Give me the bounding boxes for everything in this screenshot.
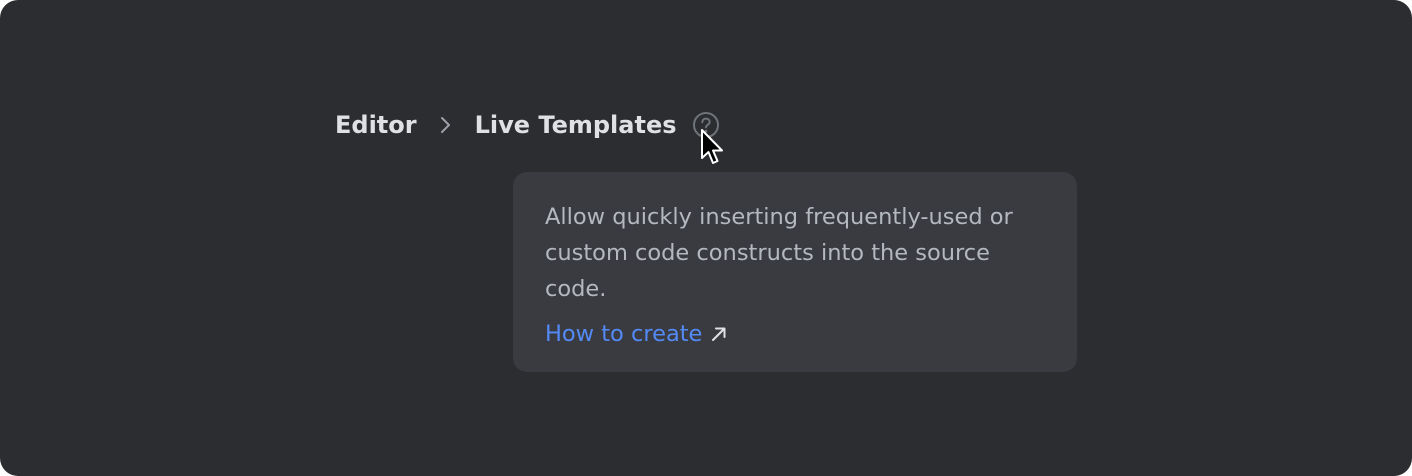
tooltip-description: Allow quickly inserting frequently-used … (545, 204, 1013, 302)
chevron-right-icon (417, 115, 475, 135)
help-tooltip: Allow quickly inserting frequently-used … (513, 172, 1077, 372)
external-arrow-icon (710, 325, 728, 343)
how-to-create-link-label: How to create (545, 321, 703, 347)
breadcrumb-item-live-templates[interactable]: Live Templates (475, 111, 677, 139)
mouse-pointer-icon (700, 128, 726, 166)
how-to-create-link[interactable]: How to create (545, 316, 728, 352)
settings-window: Editor Live Templates Allow quickly inse… (0, 0, 1412, 476)
breadcrumb-item-editor[interactable]: Editor (335, 111, 417, 139)
breadcrumb: Editor Live Templates (335, 106, 721, 144)
